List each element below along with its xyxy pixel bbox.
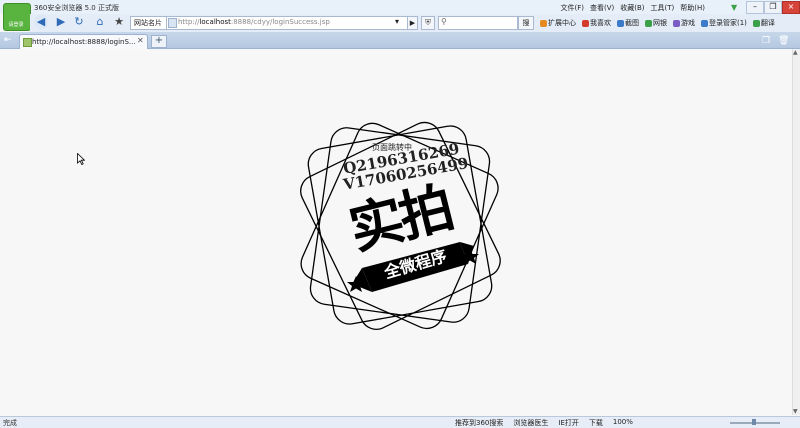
key-icon — [701, 19, 708, 27]
status-bar — [0, 416, 800, 428]
trash-icon[interactable]: 🗑 — [778, 36, 789, 46]
translate-icon — [752, 19, 760, 27]
address-path: :8888/cdyy/loginSuccess.jsp — [230, 18, 330, 26]
screenshot-button[interactable]: 截图 — [617, 18, 639, 28]
favorites-button[interactable]: 我喜欢 — [582, 18, 611, 28]
gamepad-icon — [673, 19, 680, 27]
tab-close-icon[interactable]: ✕ — [137, 36, 144, 45]
menu-help[interactable]: 帮助(H) — [680, 3, 705, 13]
menu-view[interactable]: 查看(V) — [590, 3, 614, 13]
new-tab-button[interactable]: + — [151, 35, 167, 48]
menu-favorites[interactable]: 收藏(B) — [620, 3, 644, 13]
login-label[interactable]: 请登录 — [3, 21, 29, 28]
heart-icon — [582, 19, 589, 27]
page-favicon-icon — [23, 38, 32, 47]
address-dropdown-icon[interactable]: ▾ — [395, 17, 399, 26]
scissors-icon — [617, 19, 624, 27]
bank-button[interactable]: 网银 — [645, 18, 667, 28]
star-icon[interactable]: ★ — [113, 15, 125, 29]
extension-center-button[interactable]: 扩展中心 — [540, 18, 576, 28]
zoom-slider-handle[interactable] — [752, 419, 756, 425]
shield-icon[interactable]: ⛨ — [421, 16, 435, 30]
search-icon: ⚲ — [441, 17, 447, 26]
scroll-down-icon[interactable]: ▼ — [793, 408, 798, 415]
menu-tools[interactable]: 工具(T) — [651, 3, 675, 13]
translate-button[interactable]: 翻译 — [752, 18, 775, 28]
forward-icon[interactable]: ▶ — [52, 15, 70, 29]
mouse-cursor-icon — [77, 153, 85, 165]
shirt-icon[interactable]: ▼ — [731, 3, 737, 12]
window-title: 360安全浏览器 5.0 正式版 — [34, 4, 119, 12]
refresh-icon[interactable]: ↻ — [72, 15, 86, 29]
address-prefix: http:// — [178, 18, 200, 26]
address-host: localhost — [199, 18, 231, 26]
minimize-button[interactable]: – — [746, 1, 764, 14]
sidebar-toggle-icon[interactable]: ⇤ — [4, 35, 12, 45]
close-button[interactable]: × — [782, 1, 800, 14]
tool-buttons: 扩展中心 我喜欢 截图 网银 游戏 登录管家(1) 翻译 — [540, 18, 775, 28]
search-input[interactable] — [438, 16, 518, 30]
tab-title: http://localhost:8888/loginS... — [32, 38, 136, 46]
restore-tabs-icon[interactable]: ❐ — [762, 36, 770, 46]
page-icon — [168, 18, 177, 28]
menu-bar: 文件(F) 查看(V) 收藏(B) 工具(T) 帮助(H) — [560, 3, 705, 13]
site-card-dropdown[interactable]: 网站名片 — [130, 16, 169, 30]
bank-icon — [645, 19, 652, 27]
menu-file[interactable]: 文件(F) — [560, 3, 584, 13]
games-button[interactable]: 游戏 — [673, 18, 695, 28]
back-icon[interactable]: ◀ — [34, 15, 48, 29]
extension-icon — [540, 19, 547, 27]
vertical-scrollbar[interactable] — [792, 49, 800, 415]
login-manager-button[interactable]: 登录管家(1) — [701, 18, 747, 28]
address-text[interactable]: http://localhost:8888/cdyy/loginSuccess.… — [178, 18, 330, 26]
scroll-up-icon[interactable]: ▲ — [793, 49, 798, 56]
home-icon[interactable]: ⌂ — [91, 15, 109, 29]
search-button[interactable]: 搜 — [518, 16, 534, 30]
restore-button[interactable]: ❐ — [764, 1, 782, 14]
go-icon[interactable]: ▶ — [407, 16, 418, 30]
